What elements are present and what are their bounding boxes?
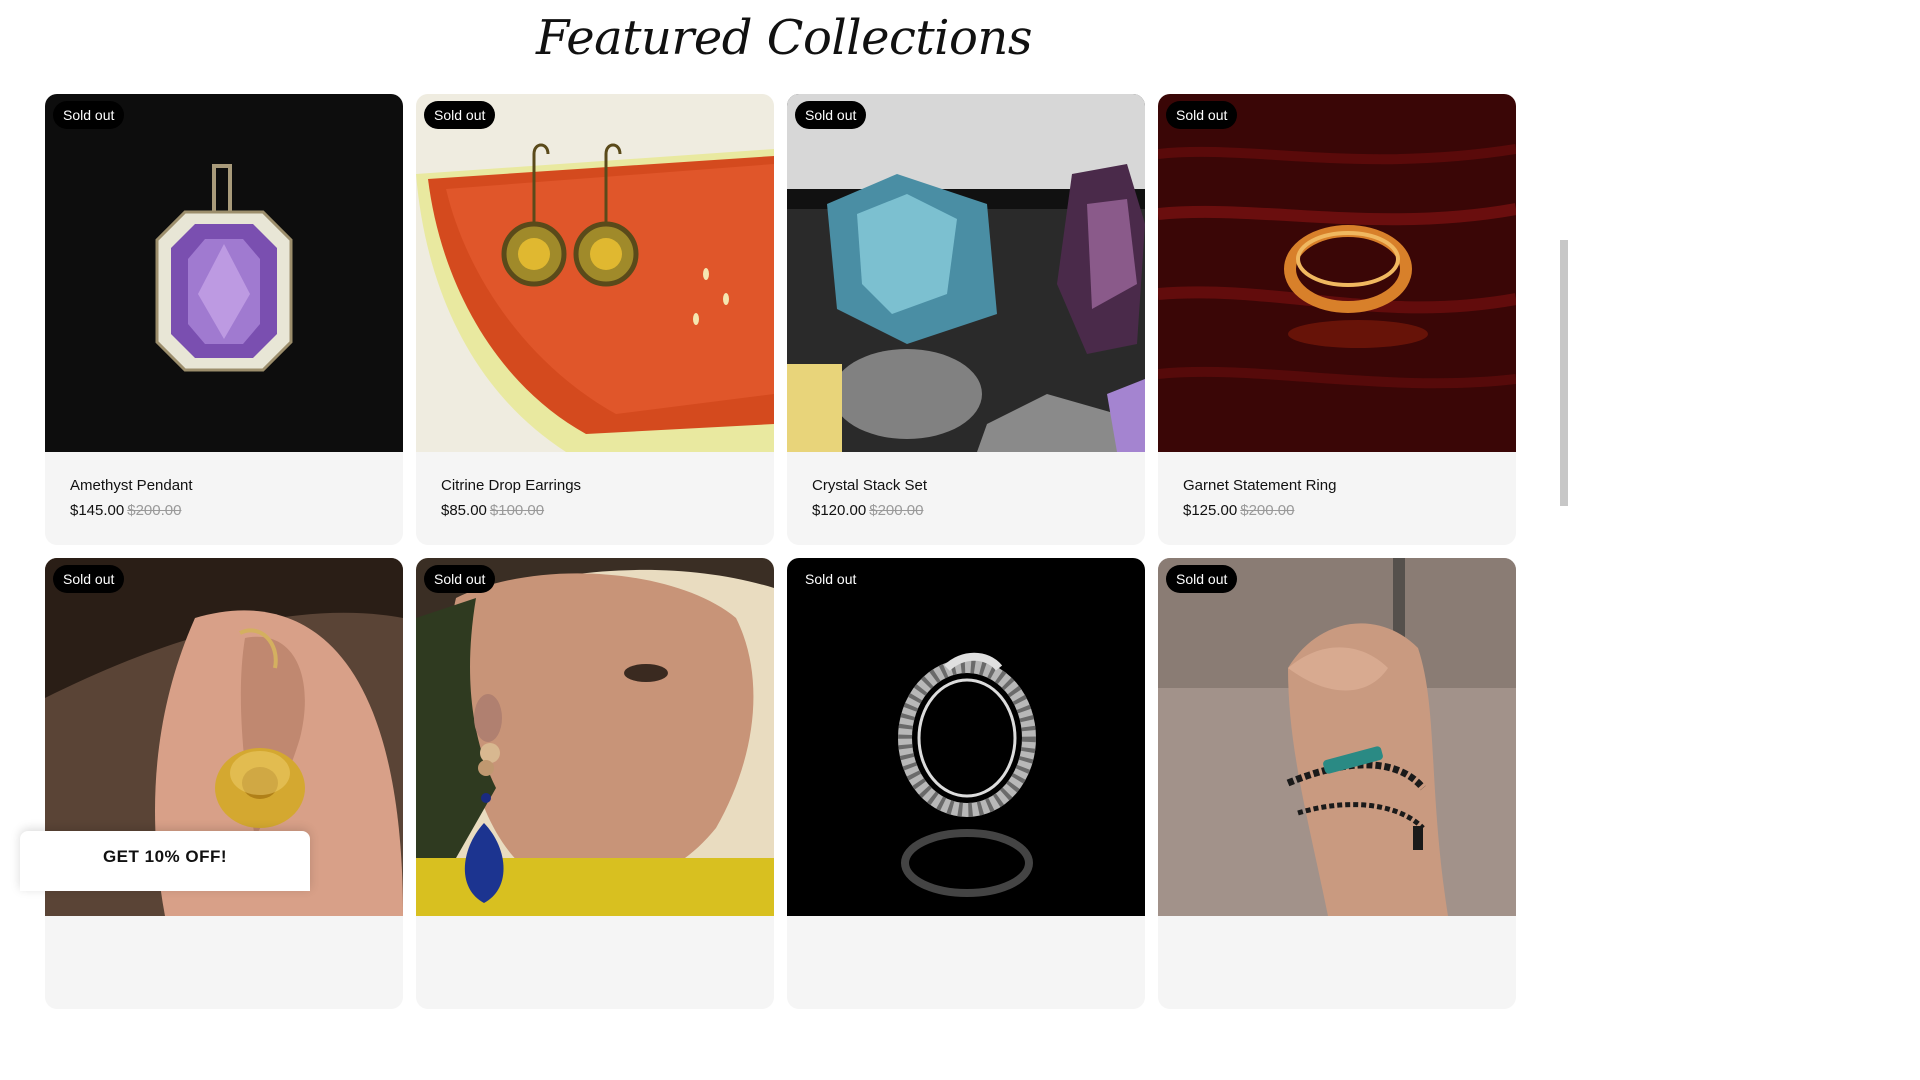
sold-out-badge: Sold out xyxy=(1166,565,1238,593)
sold-out-badge: Sold out xyxy=(795,565,867,593)
product-image[interactable]: Sold out xyxy=(1158,558,1516,916)
product-name[interactable]: Garnet Statement Ring xyxy=(1183,477,1336,494)
product-card[interactable]: Sold out Garnet Statement Ring $125.00 $2… xyxy=(1158,94,1516,545)
product-card[interactable]: Sold out Crystal Stack Set $120.00 $200.0… xyxy=(787,94,1145,545)
sold-out-badge: Sold out xyxy=(795,101,867,129)
product-name[interactable]: Crystal Stack Set xyxy=(812,477,927,494)
product-image[interactable]: Sold out xyxy=(45,94,403,452)
sale-price: $85.00 xyxy=(441,502,487,519)
compare-price: $200.00 xyxy=(869,502,924,519)
section-title: Featured Collections xyxy=(536,10,1032,66)
product-image[interactable]: Sold out xyxy=(787,558,1145,916)
scrollbar-thumb[interactable] xyxy=(1560,240,1568,506)
product-name[interactable]: Amethyst Pendant xyxy=(70,477,193,494)
product-name[interactable]: Citrine Drop Earrings xyxy=(441,477,581,494)
product-card[interactable]: Sold out Amethyst Pendant $145.00 $200.00 xyxy=(45,94,403,545)
compare-price: $200.00 xyxy=(127,502,182,519)
sold-out-badge: Sold out xyxy=(53,565,125,593)
product-card[interactable]: Sold out xyxy=(1158,558,1516,1009)
discount-popup-button[interactable]: GET 10% OFF! xyxy=(20,831,310,891)
product-card[interactable]: Sold out xyxy=(45,558,403,1009)
sale-price: $145.00 xyxy=(70,502,125,519)
sale-price: $120.00 xyxy=(812,502,867,519)
product-image[interactable]: Sold out xyxy=(787,94,1145,452)
product-image[interactable]: Sold out xyxy=(416,94,774,452)
product-image[interactable]: Sold out xyxy=(1158,94,1516,452)
sale-price: $125.00 xyxy=(1183,502,1238,519)
sold-out-badge: Sold out xyxy=(1166,101,1238,129)
product-card[interactable]: Sold out Citrine Drop Earrings $85.00 $10… xyxy=(416,94,774,545)
sold-out-badge: Sold out xyxy=(424,565,496,593)
product-image[interactable]: Sold out xyxy=(416,558,774,916)
compare-price: $200.00 xyxy=(1240,502,1295,519)
product-card[interactable]: Sold out xyxy=(416,558,774,1009)
compare-price: $100.00 xyxy=(489,502,545,519)
sold-out-badge: Sold out xyxy=(424,101,496,129)
sold-out-badge: Sold out xyxy=(53,101,125,129)
product-card[interactable]: Sold out xyxy=(787,558,1145,1009)
